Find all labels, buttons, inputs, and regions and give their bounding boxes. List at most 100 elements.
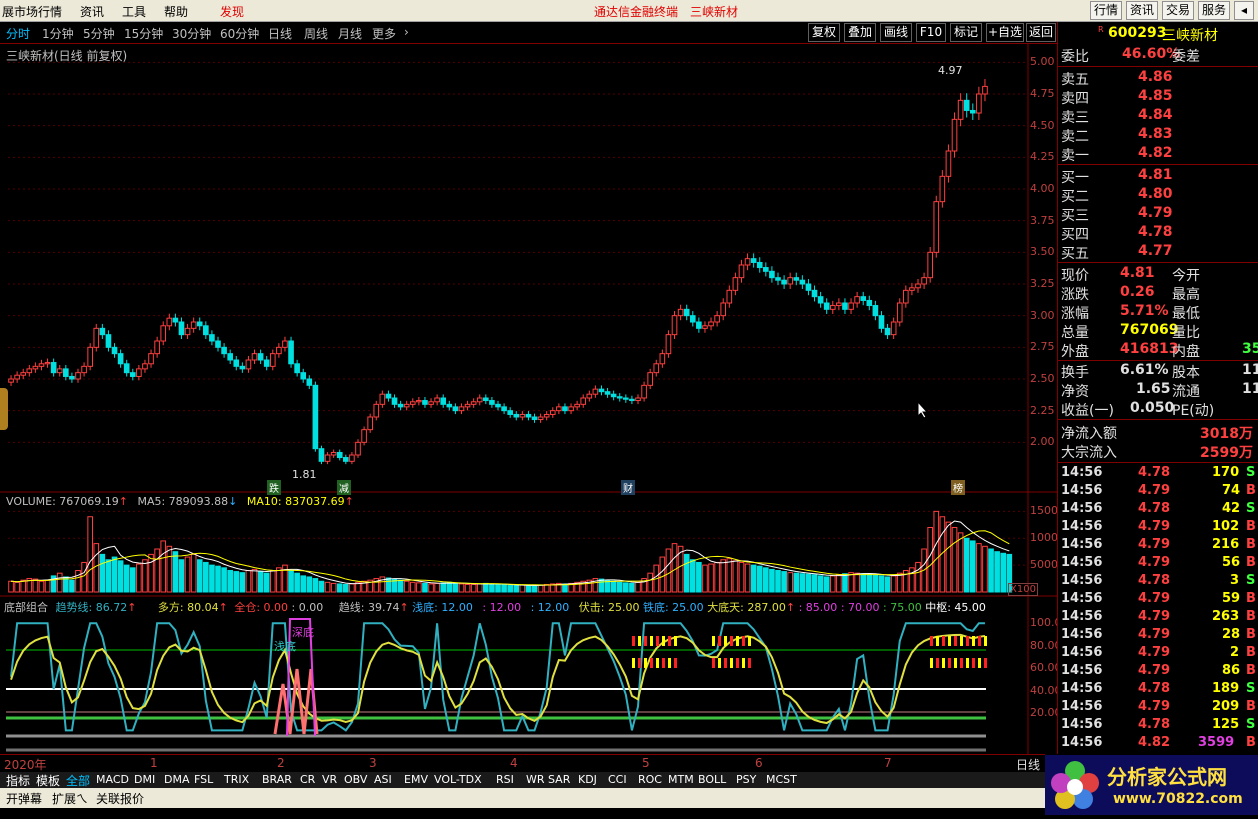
candle — [823, 302, 830, 310]
stock-code: 600293 — [1108, 25, 1167, 41]
menu-item-discover[interactable]: 发现 — [220, 3, 244, 20]
marker-jian[interactable]: 减 — [337, 480, 351, 495]
marker-die[interactable]: 跌 — [267, 480, 281, 495]
extend-button[interactable]: 扩展ㄟ — [52, 790, 88, 807]
tick-time: 14:56 — [1061, 735, 1103, 750]
indicator-tab[interactable]: MCST — [766, 773, 797, 786]
volume-bar — [409, 581, 416, 593]
indicator-tab[interactable]: 模板 — [36, 772, 60, 789]
indicator-tab[interactable]: DMI — [134, 773, 155, 786]
period-tab-60min[interactable]: 60分钟 — [220, 25, 259, 42]
period-tab-1min[interactable]: 1分钟 — [42, 25, 74, 42]
toolbar-draw-button[interactable]: 画线 — [880, 23, 912, 42]
candle — [945, 150, 952, 177]
indicator-tab[interactable]: DMA — [164, 773, 190, 786]
indicator-tab[interactable]: 全部 — [66, 772, 90, 789]
indicator-tab[interactable]: BOLL — [698, 773, 726, 786]
period-tab-daily[interactable]: 日线 — [268, 25, 292, 42]
tick-volume: 263 — [1212, 609, 1240, 624]
volume-bar — [738, 561, 745, 593]
candle — [294, 363, 300, 374]
chevron-right-icon[interactable]: › — [404, 25, 409, 39]
toolbar-mark-button[interactable]: 标记 — [950, 23, 982, 42]
indicator-tab[interactable]: RSI — [496, 773, 514, 786]
tick-row: 14:56 4.79 209 B — [1058, 699, 1258, 717]
candle — [829, 305, 836, 310]
toolbar-adjust-button[interactable]: 复权 — [808, 23, 840, 42]
menu-item-tools[interactable]: 工具 — [122, 3, 146, 20]
indicator-tab[interactable]: CCI — [608, 773, 627, 786]
kline-chart[interactable] — [0, 44, 1057, 754]
ask-price[interactable]: 4.85 — [1138, 88, 1173, 104]
period-tab-30min[interactable]: 30分钟 — [172, 25, 211, 42]
button-news[interactable]: 资讯 — [1126, 1, 1158, 20]
volume-bar — [288, 570, 294, 593]
side-handle[interactable] — [0, 388, 8, 430]
toolbar-f10-button[interactable]: F10 — [916, 23, 946, 42]
volume-bar — [294, 572, 300, 593]
tick-price: 4.79 — [1138, 591, 1171, 606]
indicator-tab[interactable]: EMV — [404, 773, 428, 786]
bid-price[interactable]: 4.80 — [1138, 186, 1173, 202]
candle — [653, 363, 660, 374]
marker-cai[interactable]: 财 — [621, 480, 635, 495]
related-quote-button[interactable]: 关联报价 — [96, 790, 144, 807]
candle — [476, 397, 483, 403]
toolbar-back-button[interactable]: 返回 — [1026, 23, 1056, 42]
indicator-tab[interactable]: KDJ — [578, 773, 597, 786]
volume-bar — [817, 575, 824, 593]
ask-price[interactable]: 4.86 — [1138, 69, 1173, 85]
indicator-tab[interactable]: MTM — [668, 773, 694, 786]
indicator-tab[interactable]: TRIX — [224, 773, 249, 786]
button-market[interactable]: 行情 — [1090, 1, 1122, 20]
toolbar-watchlist-button[interactable]: +自选 — [986, 23, 1024, 42]
indicator-tab[interactable]: PSY — [736, 773, 756, 786]
signal-bar — [948, 658, 951, 668]
indicator-tab[interactable]: 指标 — [6, 772, 30, 789]
chart-area[interactable]: 三峡新材(日线 前复权) 4.97 1.81 跌 减 财 榜 5.00 4.75 4… — [0, 44, 1069, 754]
ask-price[interactable]: 4.82 — [1138, 145, 1173, 161]
ask-label: 卖四 — [1061, 91, 1089, 107]
menu-item-news[interactable]: 资讯 — [80, 3, 104, 20]
indicator-tab[interactable]: BRAR — [262, 773, 292, 786]
marker-bang[interactable]: 榜 — [951, 480, 965, 495]
indicator-tab[interactable]: SAR — [548, 773, 570, 786]
period-label[interactable]: 日线 — [1016, 756, 1040, 773]
bid-price[interactable]: 4.78 — [1138, 224, 1173, 240]
indicator-tab[interactable]: ROC — [638, 773, 662, 786]
bid-price[interactable]: 4.79 — [1138, 205, 1173, 221]
indicator-tab[interactable]: MACD — [96, 773, 129, 786]
indicator-tab[interactable]: WR — [526, 773, 545, 786]
period-tab-15min[interactable]: 15分钟 — [124, 25, 163, 42]
danmu-button[interactable]: 开弹幕 — [6, 790, 42, 807]
button-service[interactable]: 服务 — [1198, 1, 1230, 20]
period-tab-intraday[interactable]: 分时 — [6, 25, 30, 42]
candle — [434, 397, 440, 403]
candle — [556, 406, 562, 412]
tick-time: 14:56 — [1061, 627, 1103, 642]
indicator-tab[interactable]: OBV — [344, 773, 367, 786]
ask-price[interactable]: 4.84 — [1138, 107, 1173, 123]
period-tab-more[interactable]: 更多 — [372, 25, 396, 42]
toolbar-overlay-button[interactable]: 叠加 — [844, 23, 876, 42]
period-tab-monthly[interactable]: 月线 — [338, 25, 362, 42]
tick-price: 4.78 — [1138, 465, 1171, 480]
signal-bar — [730, 636, 733, 646]
period-tab-weekly[interactable]: 周线 — [304, 25, 328, 42]
button-trade[interactable]: 交易 — [1162, 1, 1194, 20]
indicator-tab[interactable]: VOL-TDX — [434, 773, 482, 786]
indicator-tab[interactable]: FSL — [194, 773, 213, 786]
stat-value: 1.65 — [1136, 381, 1171, 397]
expand-icon[interactable]: ◂ — [1234, 1, 1254, 20]
bid-price[interactable]: 4.81 — [1138, 167, 1173, 183]
menu-item-help[interactable]: 帮助 — [164, 3, 188, 20]
indicator-tab[interactable]: ASI — [374, 773, 392, 786]
indicator-tab[interactable]: CR — [300, 773, 315, 786]
ask-price[interactable]: 4.83 — [1138, 126, 1173, 142]
period-tab-5min[interactable]: 5分钟 — [83, 25, 115, 42]
menu-item-market[interactable]: 展市场行情 — [2, 3, 62, 20]
candle — [154, 340, 160, 355]
indicator-name[interactable]: 底部组合 — [4, 601, 48, 614]
bid-price[interactable]: 4.77 — [1138, 243, 1173, 259]
indicator-tab[interactable]: VR — [322, 773, 337, 786]
